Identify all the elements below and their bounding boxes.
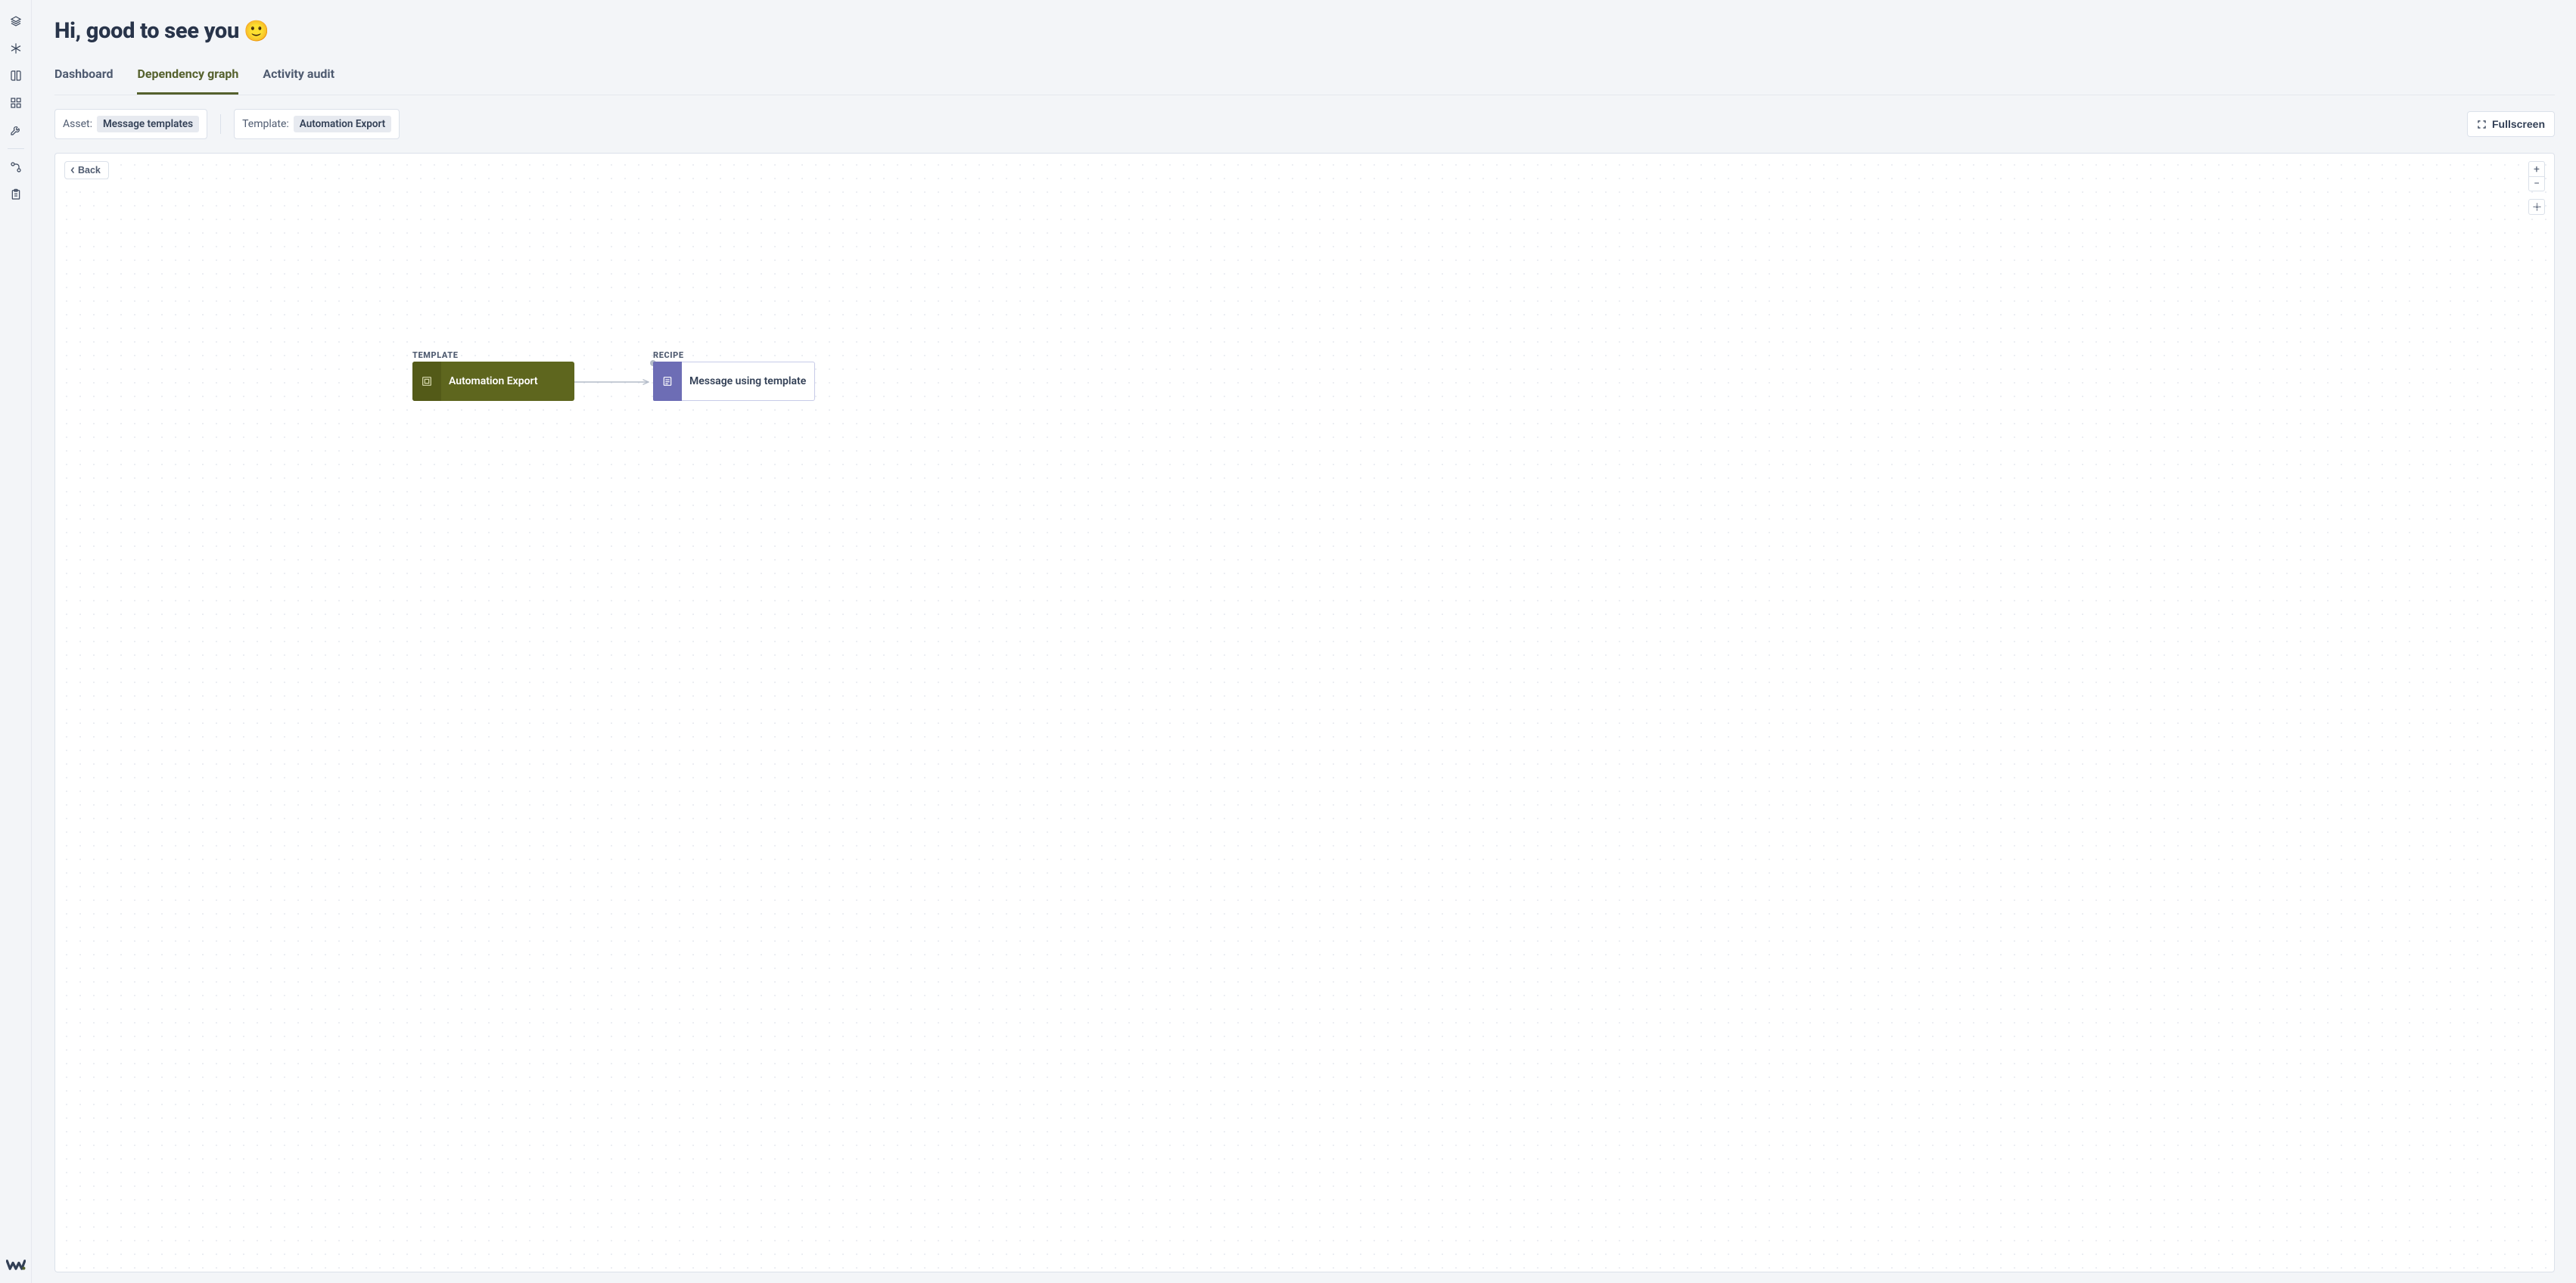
fullscreen-icon xyxy=(2477,120,2487,129)
clipboard-icon xyxy=(10,188,22,200)
main-content: Hi, good to see you 🙂 Dashboard Dependen… xyxy=(32,0,2576,1283)
template-filter-value: Automation Export xyxy=(294,116,391,132)
template-filter-label: Template: xyxy=(242,118,289,130)
template-filter[interactable]: Template: Automation Export xyxy=(234,109,400,139)
graph-viewport: TEMPLATE RECIPE Automation Export Messag… xyxy=(55,154,2554,1272)
template-icon xyxy=(421,375,433,387)
tab-activity-audit[interactable]: Activity audit xyxy=(263,67,334,95)
column-label-template: TEMPLATE xyxy=(412,350,459,360)
graph-canvas[interactable]: Back + − TEMPLATE RECIPE Automation Expo xyxy=(54,153,2555,1272)
rail-item-logs[interactable] xyxy=(0,181,31,208)
asset-filter[interactable]: Asset: Message templates xyxy=(54,109,207,139)
tab-dependency-graph[interactable]: Dependency graph xyxy=(137,67,238,95)
smile-emoji: 🙂 xyxy=(244,19,269,43)
rail-item-flows[interactable] xyxy=(0,154,31,181)
rail-item-tools[interactable] xyxy=(0,116,31,144)
column-label-recipe: RECIPE xyxy=(653,350,684,360)
snowflake-icon xyxy=(10,42,22,54)
edge-template-to-recipe xyxy=(574,378,653,386)
rail-item-stacks[interactable] xyxy=(0,8,31,35)
grid-icon xyxy=(10,97,22,109)
node-template-label: Automation Export xyxy=(441,375,538,387)
node-template-icon-box xyxy=(412,362,441,401)
workato-logo xyxy=(6,1257,26,1272)
greeting-text: Hi, good to see you xyxy=(54,18,239,44)
document-icon xyxy=(661,375,674,387)
node-recipe[interactable]: Message using template xyxy=(653,362,815,401)
rail-separator xyxy=(8,148,24,149)
flow-icon xyxy=(10,161,22,173)
fullscreen-button[interactable]: Fullscreen xyxy=(2467,111,2555,137)
tab-dashboard[interactable]: Dashboard xyxy=(54,67,113,95)
left-rail xyxy=(0,0,32,1283)
filter-separator xyxy=(220,114,221,134)
rail-item-dashboards[interactable] xyxy=(0,89,31,116)
rail-item-integrations[interactable] xyxy=(0,35,31,62)
asset-filter-value: Message templates xyxy=(97,116,199,132)
asset-filter-label: Asset: xyxy=(63,118,92,130)
wrench-icon xyxy=(10,124,22,136)
rail-item-library[interactable] xyxy=(0,62,31,89)
book-icon xyxy=(10,70,22,82)
filter-toolbar: Asset: Message templates Template: Autom… xyxy=(54,109,2555,139)
tabs: Dashboard Dependency graph Activity audi… xyxy=(54,67,2555,95)
node-recipe-icon-box xyxy=(653,362,682,401)
stack-icon xyxy=(10,15,22,27)
node-recipe-label: Message using template xyxy=(682,375,806,387)
page-title: Hi, good to see you 🙂 xyxy=(54,18,2555,44)
node-template[interactable]: Automation Export xyxy=(412,362,574,401)
fullscreen-label: Fullscreen xyxy=(2492,118,2545,130)
